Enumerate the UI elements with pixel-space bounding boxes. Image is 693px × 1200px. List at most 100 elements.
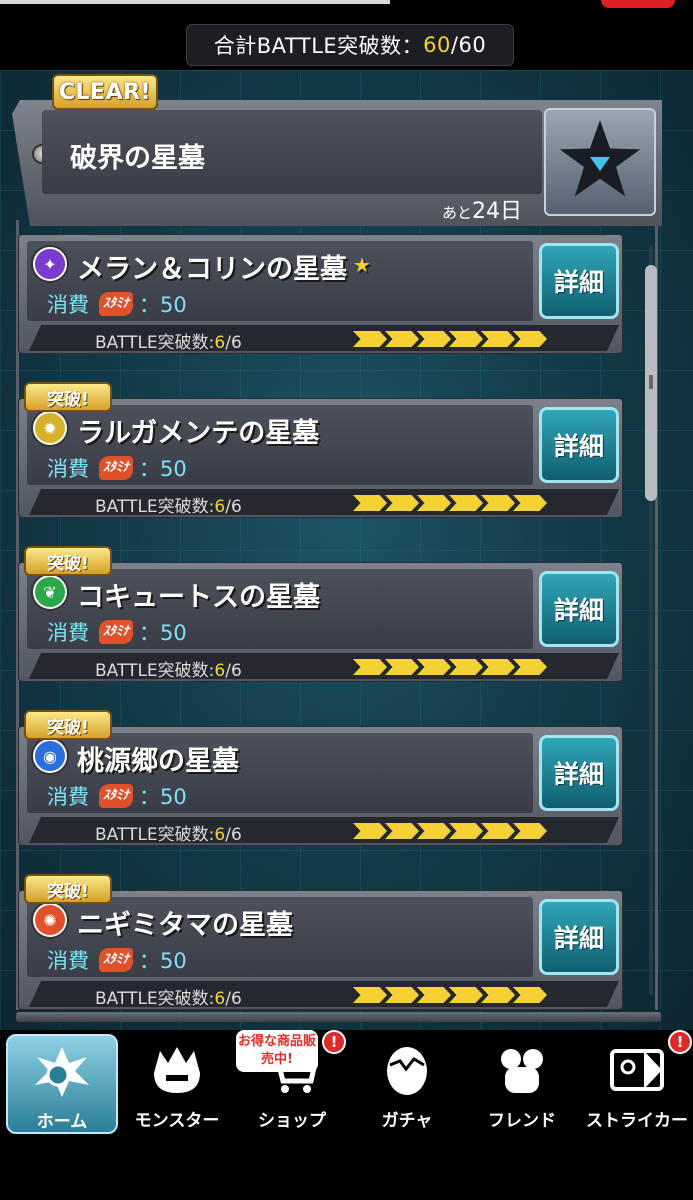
top-bar: 合計BATTLE突破数： 60 / 60 (0, 0, 693, 70)
monster-icon (146, 1042, 208, 1098)
stage-list[interactable]: ✦ メラン＆コリンの星墓 ★ 消費 ｽﾀﾐﾅ ：50 詳細 BATTLE突破数:6… (18, 230, 623, 1015)
stage-name: 桃源郷の星墓 (77, 746, 239, 777)
sale-bubble[interactable]: お得な商品販売中! (236, 1030, 318, 1072)
progress-chevron (353, 987, 387, 1003)
scroll-grip (649, 375, 653, 389)
total-current: 60 (423, 33, 451, 57)
wood-element-icon: ❦ (33, 575, 67, 609)
progress-chevron (513, 331, 547, 347)
progress-chevron (481, 659, 515, 675)
stage-card[interactable]: ✹ ラルガメンテの星墓 消費 ｽﾀﾐﾅ ：50 詳細 BATTLE突破数:6/6 (18, 398, 623, 518)
home-icon (31, 1044, 93, 1099)
progress-chevron (353, 823, 387, 839)
stamina-cost: 消費 ｽﾀﾐﾅ ：50 (47, 617, 187, 647)
stamina-icon: ｽﾀﾐﾅ (99, 784, 133, 808)
progress-chevron (417, 987, 451, 1003)
progress-chevron (353, 331, 387, 347)
stamina-cost: 消費 ｽﾀﾐﾅ ：50 (47, 453, 187, 483)
stage-card[interactable]: ❦ コキュートスの星墓 消費 ｽﾀﾐﾅ ：50 詳細 BATTLE突破数:6/6 (18, 562, 623, 682)
progress-chevron (513, 659, 547, 675)
detail-button[interactable]: 詳細 (539, 243, 619, 319)
stage-entry[interactable]: ◉ 桃源郷の星墓 消費 ｽﾀﾐﾅ ：50 詳細 BATTLE突破数:6/6 突破… (18, 710, 623, 872)
star-icon: ★ (353, 253, 371, 277)
detail-button[interactable]: 詳細 (539, 735, 619, 811)
cost-label: 消費 (47, 293, 89, 317)
stage-card[interactable]: ✦ メラン＆コリンの星墓 ★ 消費 ｽﾀﾐﾅ ：50 詳細 BATTLE突破数:6… (18, 234, 623, 354)
stage-entry[interactable]: ❦ コキュートスの星墓 消費 ｽﾀﾐﾅ ：50 詳細 BATTLE突破数:6/6… (18, 546, 623, 708)
cost-label: 消費 (47, 457, 89, 481)
progress-chevron (449, 331, 483, 347)
cost-value: ：50 (139, 293, 187, 317)
water-element-icon: ◉ (33, 739, 67, 773)
triangle-mark (590, 157, 610, 171)
progress-chevron (481, 331, 515, 347)
progress-chevron (385, 331, 419, 347)
nav-item-egg[interactable]: ガチャ (351, 1034, 463, 1134)
progress-bar (353, 331, 547, 347)
stamina-icon: ｽﾀﾐﾅ (99, 948, 133, 972)
nav-item-home[interactable]: ホーム (6, 1034, 118, 1134)
stage-name: ニギミタマの星墓 (77, 910, 293, 941)
egg-icon (376, 1042, 438, 1098)
remaining-value: 24日 (472, 199, 523, 224)
dark-element-icon: ✦ (33, 247, 67, 281)
progress-bar (353, 659, 547, 675)
battle-count: BATTLE突破数:6/6 (95, 825, 242, 845)
detail-button[interactable]: 詳細 (539, 899, 619, 975)
stage-card[interactable]: ◉ 桃源郷の星墓 消費 ｽﾀﾐﾅ ：50 詳細 BATTLE突破数:6/6 (18, 726, 623, 846)
battle-count: BATTLE突破数:6/6 (95, 989, 242, 1009)
progress-bar (353, 987, 547, 1003)
progress-chevron (481, 495, 515, 511)
nav-label: ストライカー (586, 1111, 688, 1131)
breakthrough-tag: 突破! (24, 710, 112, 740)
nav-item-friends[interactable]: フレンド (466, 1034, 578, 1134)
total-separator: / (450, 33, 459, 57)
progress-chevron (385, 987, 419, 1003)
stamina-cost: 消費 ｽﾀﾐﾅ ：50 (47, 781, 187, 811)
stamina-icon: ｽﾀﾐﾅ (99, 620, 133, 644)
progress-chevron (481, 823, 515, 839)
star-emblem-icon (544, 108, 656, 216)
progress-chevron (449, 823, 483, 839)
nav-item-monster[interactable]: モンスター (121, 1034, 233, 1134)
breakthrough-tag: 突破! (24, 382, 112, 412)
alert-badge-icon: ! (322, 1030, 346, 1054)
progress-chevron (385, 495, 419, 511)
friends-icon (491, 1042, 553, 1098)
progress-chevron (385, 823, 419, 839)
corner-logo (601, 0, 675, 8)
fire-element-icon: ✺ (33, 903, 67, 937)
total-battle-counter: 合計BATTLE突破数： 60 / 60 (186, 24, 514, 66)
cost-value: ：50 (139, 457, 187, 481)
progress-chevron (353, 659, 387, 675)
progress-bar (353, 495, 547, 511)
cost-value: ：50 (139, 949, 187, 973)
cost-value: ：50 (139, 785, 187, 809)
event-title: 破界の星墓 (70, 143, 205, 174)
stamina-icon: ｽﾀﾐﾅ (99, 292, 133, 316)
star-shape (559, 120, 641, 197)
event-header-card: 破界の星墓 あと24日 (12, 100, 662, 226)
stage-entry[interactable]: ✦ メラン＆コリンの星墓 ★ 消費 ｽﾀﾐﾅ ：50 詳細 BATTLE突破数:6… (18, 230, 623, 380)
breakthrough-tag: 突破! (24, 874, 112, 904)
stamina-cost: 消費 ｽﾀﾐﾅ ：50 (47, 945, 187, 975)
stage-card[interactable]: ✺ ニギミタマの星墓 消費 ｽﾀﾐﾅ ：50 詳細 BATTLE突破数:6/6 (18, 890, 623, 1010)
nav-label: ショップ (258, 1111, 326, 1131)
progress-chevron (449, 659, 483, 675)
stage-entry[interactable]: ✺ ニギミタマの星墓 消費 ｽﾀﾐﾅ ：50 詳細 BATTLE突破数:6/6 … (18, 874, 623, 1015)
detail-button[interactable]: 詳細 (539, 407, 619, 483)
progress-bar (353, 823, 547, 839)
stamina-cost: 消費 ｽﾀﾐﾅ ：50 (47, 289, 187, 319)
detail-button[interactable]: 詳細 (539, 571, 619, 647)
cost-label: 消費 (47, 949, 89, 973)
scrollbar[interactable] (645, 245, 657, 995)
progress-chevron (449, 495, 483, 511)
clear-badge: CLEAR! (52, 74, 158, 110)
cost-value: ：50 (139, 621, 187, 645)
stage-entry[interactable]: ✹ ラルガメンテの星墓 消費 ｽﾀﾐﾅ ：50 詳細 BATTLE突破数:6/6… (18, 382, 623, 544)
top-edge (0, 0, 390, 4)
progress-chevron (417, 331, 451, 347)
cost-label: 消費 (47, 785, 89, 809)
stage-name: メラン＆コリンの星墓 ★ (77, 253, 371, 285)
nav-label: フレンド (488, 1111, 556, 1131)
